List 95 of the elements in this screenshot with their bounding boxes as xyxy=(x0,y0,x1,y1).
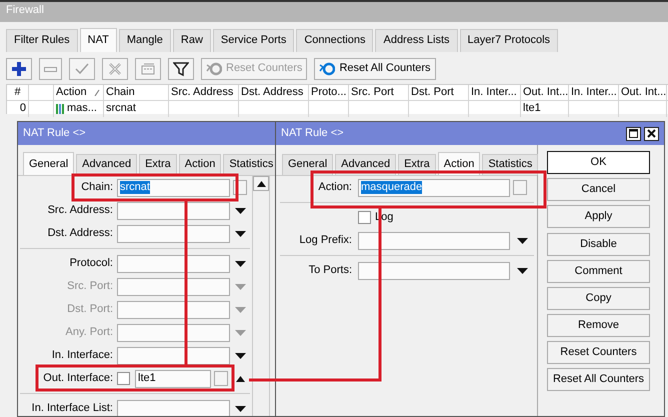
text-field[interactable] xyxy=(117,254,230,272)
tab[interactable]: General xyxy=(282,154,334,175)
remove-icon xyxy=(44,66,57,72)
scroll-up-button[interactable] xyxy=(253,176,269,191)
table-cell: 0 xyxy=(20,102,26,116)
window-title: NAT Rule <> xyxy=(281,126,344,140)
cross-icon xyxy=(107,61,123,77)
text-field[interactable] xyxy=(117,324,230,342)
sort-icon xyxy=(94,89,100,96)
window-title: NAT Rule <> xyxy=(23,126,86,140)
field-label: Dst. Port: xyxy=(67,302,113,315)
column-header[interactable]: Proto... xyxy=(309,85,349,100)
text-field[interactable]: srcnat xyxy=(117,178,230,196)
field-label: In. Interface List: xyxy=(32,402,113,414)
field-label: Src. Address: xyxy=(48,204,113,216)
tab[interactable]: Address Lists xyxy=(375,28,458,52)
add-button[interactable] xyxy=(6,58,32,80)
table-cell: srcnat xyxy=(106,102,136,116)
table-cell: mas... xyxy=(67,102,97,116)
text-field[interactable] xyxy=(117,300,230,318)
column-header[interactable]: In. Inter... xyxy=(569,85,619,100)
text-field[interactable]: masquerade xyxy=(358,178,510,196)
field-label: Dst. Address: xyxy=(48,226,113,239)
table-cell: lte1 xyxy=(523,102,541,116)
column-header[interactable]: Dst. Port xyxy=(409,85,469,100)
field-label: In. Interface: xyxy=(52,348,113,361)
reset-button[interactable]: Reset All Counters xyxy=(314,58,436,80)
column-header[interactable]: In. Inter... xyxy=(469,85,521,100)
text-field[interactable] xyxy=(358,262,510,280)
tab[interactable]: Advanced xyxy=(76,154,138,175)
dialog-button[interactable]: Reset All Counters xyxy=(547,368,650,391)
close-button[interactable] xyxy=(644,126,659,140)
dropdown-arrow-icon[interactable] xyxy=(516,268,528,274)
filter-icon xyxy=(173,61,189,77)
column-header[interactable]: Out. Int... xyxy=(521,85,569,100)
window-title: Firewall xyxy=(6,4,44,16)
field-label: Out. Interface: xyxy=(43,372,113,384)
checkbox[interactable] xyxy=(358,211,371,224)
text-field[interactable] xyxy=(117,278,230,296)
dialog-button[interactable]: Apply xyxy=(547,205,650,228)
dialog-button[interactable]: Copy xyxy=(547,287,650,310)
column-header[interactable]: Dst. Address xyxy=(239,85,309,100)
tab[interactable]: Raw xyxy=(172,28,211,52)
check-icon xyxy=(74,61,90,77)
tab[interactable]: Mangle xyxy=(118,28,171,52)
filter-button[interactable] xyxy=(168,58,194,80)
reset-icon xyxy=(206,61,222,77)
column-header[interactable]: # xyxy=(7,85,29,100)
add-icon xyxy=(11,61,27,77)
dropdown-arrow-icon[interactable] xyxy=(516,238,528,244)
column-header[interactable]: Chain xyxy=(104,85,169,100)
tab[interactable]: Connections xyxy=(296,28,374,52)
tab[interactable]: Extra xyxy=(139,154,177,175)
text-field[interactable] xyxy=(117,224,230,242)
tab[interactable]: Statistics xyxy=(223,154,275,175)
field-label: To Ports: xyxy=(308,264,352,276)
tab[interactable]: General xyxy=(23,152,74,175)
comment-icon xyxy=(140,61,156,77)
field-label: Action: xyxy=(318,180,352,193)
up-arrow-icon[interactable] xyxy=(236,376,244,382)
field-label: Src. Port: xyxy=(67,280,113,292)
tab[interactable]: Service Ports xyxy=(212,28,294,52)
dialog-button[interactable]: Disable xyxy=(547,233,650,256)
maximize-button[interactable] xyxy=(626,126,641,140)
checkbox[interactable] xyxy=(117,372,130,385)
column-header[interactable]: Src. Port xyxy=(349,85,409,100)
text-field[interactable]: lte1 xyxy=(135,370,211,388)
dropdown-arrow-icon[interactable] xyxy=(234,406,246,412)
field-label: Chain: xyxy=(81,180,113,193)
dialog-button[interactable]: Remove xyxy=(547,314,650,337)
column-header[interactable]: Action xyxy=(54,85,104,100)
dropdown-arrow-icon[interactable] xyxy=(234,208,246,214)
dialog-button[interactable]: Comment xyxy=(547,260,650,283)
field-label: Protocol: xyxy=(70,256,113,269)
field-label: Log Prefix: xyxy=(299,234,352,246)
dropdown-arrow-icon[interactable] xyxy=(234,230,246,236)
tab[interactable]: Layer7 Protocols xyxy=(460,28,558,52)
text-field[interactable] xyxy=(358,232,510,250)
field-label: Any. Port: xyxy=(66,326,113,338)
dialog-button[interactable]: Reset Counters xyxy=(547,341,650,364)
reset-icon xyxy=(319,61,336,77)
column-header[interactable]: Out. Int... xyxy=(619,85,667,100)
dialog-button[interactable]: OK xyxy=(547,151,650,174)
dialog-button[interactable]: Cancel xyxy=(547,178,650,201)
tab[interactable]: NAT xyxy=(80,28,117,52)
dropdown-arrow-icon[interactable] xyxy=(234,352,246,358)
up-arrow-icon xyxy=(256,180,266,186)
text-field[interactable] xyxy=(117,202,230,220)
bars-icon xyxy=(56,103,64,115)
tab[interactable]: Filter Rules xyxy=(6,28,78,52)
dropdown-arrow-icon[interactable] xyxy=(234,260,246,266)
column-header[interactable]: Src. Address xyxy=(169,85,239,100)
text-field[interactable] xyxy=(117,400,230,416)
text-field[interactable] xyxy=(117,346,230,364)
tab[interactable]: Action xyxy=(178,154,222,175)
